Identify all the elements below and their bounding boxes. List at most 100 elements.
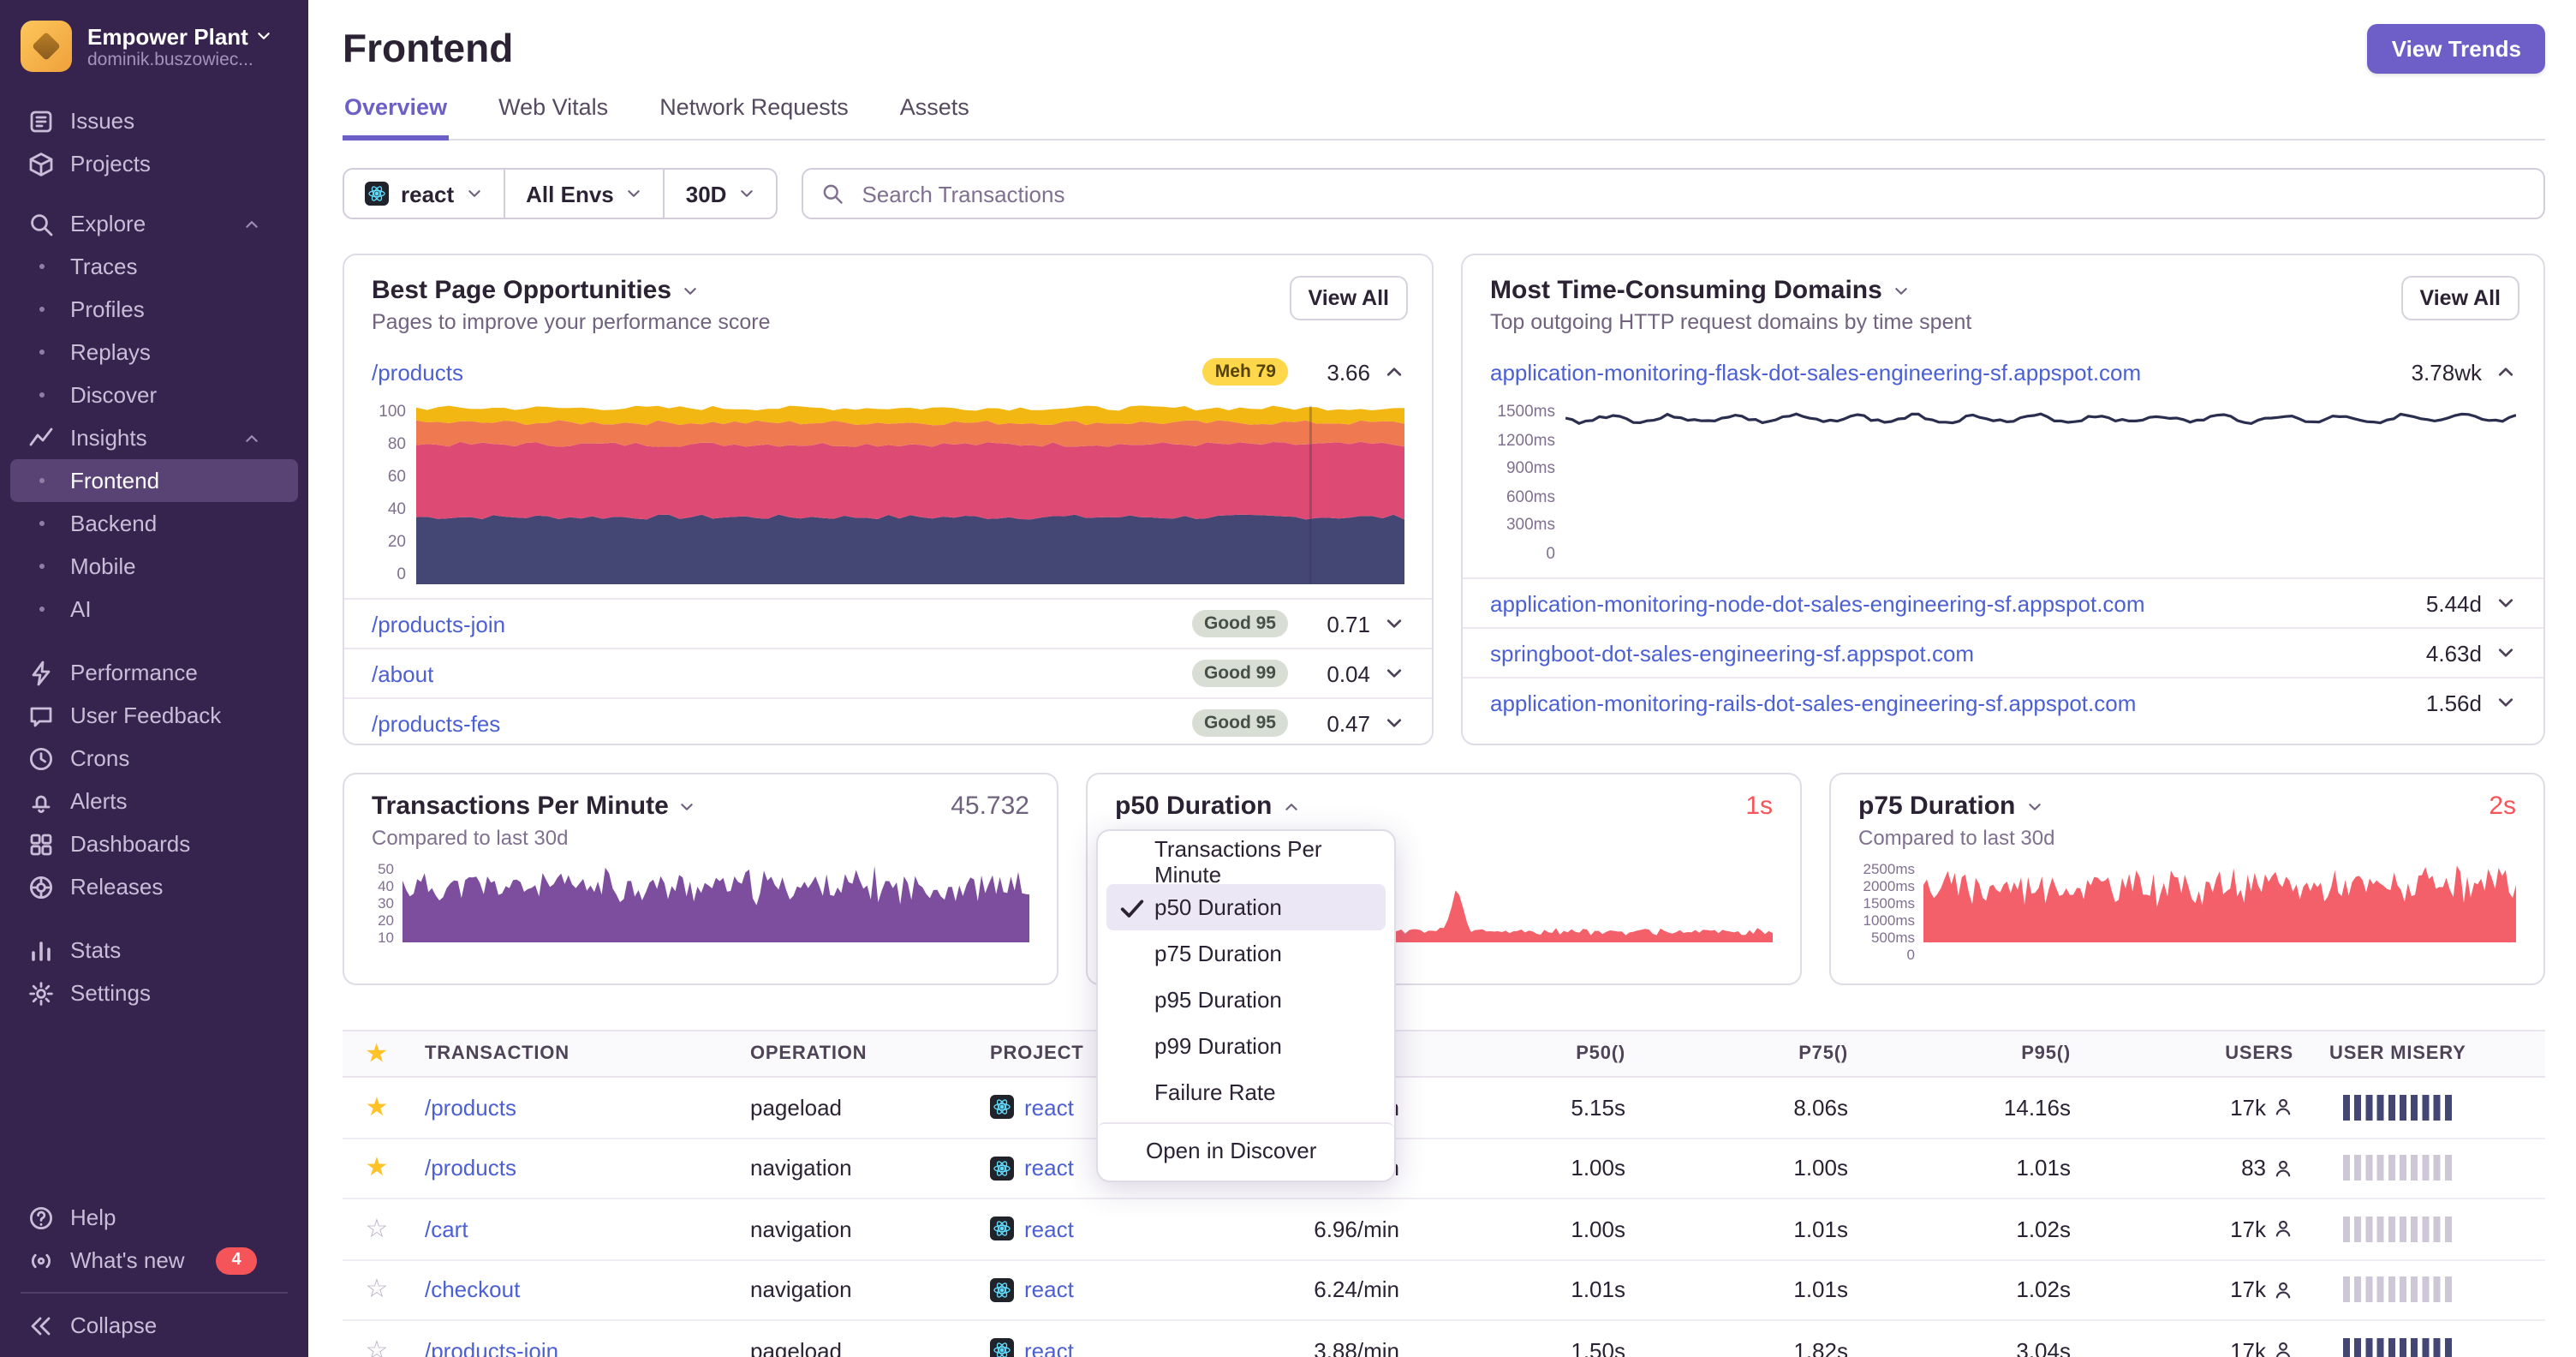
chevron-up-icon[interactable]: [2496, 362, 2516, 382]
search-input[interactable]: [858, 179, 2526, 208]
project-link[interactable]: react: [1024, 1277, 1074, 1303]
opportunities-view-all-button[interactable]: View All: [1289, 276, 1408, 320]
sidebar-section-insights[interactable]: Insights: [10, 416, 298, 459]
chevron-down-icon[interactable]: [1384, 713, 1404, 733]
domain-row[interactable]: application-monitoring-flask-dot-sales-e…: [1463, 348, 2543, 396]
sidebar-item-frontend[interactable]: Frontend: [10, 459, 298, 502]
project-link[interactable]: react: [1024, 1338, 1074, 1357]
chevron-down-icon[interactable]: [1384, 613, 1404, 634]
transaction-link[interactable]: /products: [425, 1095, 516, 1121]
sidebar-item-mobile[interactable]: Mobile: [10, 545, 298, 588]
sidebar-item-user-feedback[interactable]: User Feedback: [10, 694, 298, 737]
transaction-link[interactable]: /cart: [425, 1217, 468, 1242]
project-link[interactable]: react: [1024, 1095, 1074, 1121]
opportunity-row[interactable]: /products Meh 79 3.66: [344, 348, 1432, 396]
sidebar-item-releases[interactable]: Releases: [10, 865, 298, 908]
menu-item-p50[interactable]: p50 Duration: [1106, 884, 1386, 930]
col-users[interactable]: USERS: [2076, 1043, 2304, 1064]
tpm-metric-selector[interactable]: Transactions Per Minute: [372, 792, 696, 821]
project-link[interactable]: react: [1024, 1156, 1074, 1181]
org-switcher[interactable]: Empower Plant dominik.buszowiec...: [0, 0, 308, 86]
chevron-down-icon[interactable]: [2496, 643, 2516, 663]
page-link[interactable]: /products: [372, 359, 463, 385]
sidebar-item-crons[interactable]: Crons: [10, 737, 298, 780]
sidebar-item-backend[interactable]: Backend: [10, 502, 298, 545]
p50-metric-selector[interactable]: p50 Duration: [1115, 792, 1299, 821]
domains-view-all-button[interactable]: View All: [2400, 276, 2519, 320]
sidebar-item-replays[interactable]: Replays: [10, 331, 298, 374]
menu-item-p99[interactable]: p99 Duration: [1106, 1023, 1386, 1069]
page-link[interactable]: /products-join: [372, 611, 505, 637]
star-toggle[interactable]: ☆: [366, 1277, 389, 1303]
domain-row[interactable]: springboot-dot-sales-engineering-sf.apps…: [1463, 627, 2543, 677]
time-consuming-domains-panel: Most Time-Consuming Domains Top outgoing…: [1461, 254, 2545, 745]
sidebar-collapse-button[interactable]: Collapse: [10, 1304, 298, 1347]
opportunity-row[interactable]: /about Good 99 0.04: [344, 648, 1432, 697]
page-link[interactable]: /products-fes: [372, 710, 500, 736]
sidebar-item-traces[interactable]: Traces: [10, 245, 298, 288]
tab-web-vitals[interactable]: Web Vitals: [497, 94, 610, 139]
chevron-down-icon[interactable]: [2496, 692, 2516, 713]
sidebar-item-issues[interactable]: Issues: [10, 99, 298, 142]
chevron-down-icon[interactable]: [1384, 663, 1404, 684]
star-header-icon[interactable]: ★: [367, 1040, 387, 1067]
tab-assets[interactable]: Assets: [898, 94, 971, 139]
col-operation[interactable]: OPERATION: [736, 1043, 976, 1064]
project-link[interactable]: react: [1024, 1217, 1074, 1242]
col-p75[interactable]: P75(): [1631, 1043, 1853, 1064]
chevron-down-icon: [2025, 798, 2042, 815]
domain-row[interactable]: application-monitoring-rails-dot-sales-e…: [1463, 677, 2543, 726]
sidebar-item-profiles[interactable]: Profiles: [10, 288, 298, 331]
tab-overview[interactable]: Overview: [343, 94, 450, 140]
sidebar-item-ai[interactable]: AI: [10, 588, 298, 631]
star-toggle[interactable]: ★: [366, 1156, 389, 1181]
transaction-link[interactable]: /checkout: [425, 1277, 520, 1303]
view-trends-button[interactable]: View Trends: [2367, 24, 2545, 74]
domain-link[interactable]: application-monitoring-node-dot-sales-en…: [1490, 590, 2145, 616]
col-p50[interactable]: P50(): [1404, 1043, 1631, 1064]
col-p95[interactable]: P95(): [1853, 1043, 2076, 1064]
menu-item-open-in-discover[interactable]: Open in Discover: [1098, 1122, 1394, 1174]
domain-link[interactable]: application-monitoring-rails-dot-sales-e…: [1490, 690, 2136, 715]
environment-filter[interactable]: All Envs: [504, 170, 664, 218]
sidebar-item-settings[interactable]: Settings: [10, 971, 298, 1014]
menu-item-failure-rate[interactable]: Failure Rate: [1106, 1069, 1386, 1115]
transaction-link[interactable]: /products-join: [425, 1338, 558, 1357]
domain-link[interactable]: springboot-dot-sales-engineering-sf.apps…: [1490, 640, 1974, 666]
project-filter[interactable]: react: [344, 170, 504, 218]
score-badge: Good 95: [1191, 709, 1288, 737]
star-toggle[interactable]: ☆: [366, 1217, 389, 1242]
tab-network-requests[interactable]: Network Requests: [658, 94, 850, 139]
menu-item-tpm[interactable]: Transactions Per Minute: [1106, 835, 1386, 887]
star-toggle[interactable]: ★: [366, 1095, 389, 1121]
domain-link[interactable]: application-monitoring-flask-dot-sales-e…: [1490, 359, 2141, 385]
sidebar-item-help[interactable]: Help: [10, 1196, 298, 1239]
sidebar-item-projects[interactable]: Projects: [10, 142, 298, 185]
opportunity-row[interactable]: /products-join Good 95 0.71: [344, 598, 1432, 648]
col-transaction[interactable]: TRANSACTION: [411, 1043, 736, 1064]
sidebar-section-explore[interactable]: Explore: [10, 202, 298, 245]
col-user-misery[interactable]: USER MISERY: [2304, 1043, 2545, 1064]
opportunities-title-dropdown[interactable]: Best Page Opportunities: [372, 276, 1404, 305]
sidebar-item-performance[interactable]: Performance: [10, 651, 298, 694]
p75-metric-selector[interactable]: p75 Duration: [1858, 792, 2042, 821]
sidebar-item-alerts[interactable]: Alerts: [10, 780, 298, 822]
date-range-filter[interactable]: 30D: [663, 170, 777, 218]
transaction-link[interactable]: /products: [425, 1156, 516, 1181]
question-icon: [27, 1204, 55, 1231]
opportunity-row[interactable]: /products-fes Good 95 0.47: [344, 697, 1432, 744]
chevron-down-icon: [679, 798, 696, 815]
sidebar-item-whats-new[interactable]: What's new 4: [10, 1239, 298, 1282]
star-toggle[interactable]: ☆: [366, 1338, 389, 1357]
org-logo: [21, 21, 72, 72]
domain-row[interactable]: application-monitoring-node-dot-sales-en…: [1463, 577, 2543, 627]
chevron-up-icon[interactable]: [1384, 362, 1404, 382]
chevron-down-icon[interactable]: [2496, 593, 2516, 613]
sidebar-item-dashboards[interactable]: Dashboards: [10, 822, 298, 865]
sidebar-item-stats[interactable]: Stats: [10, 929, 298, 971]
domains-title-dropdown[interactable]: Most Time-Consuming Domains: [1490, 276, 2516, 305]
menu-item-p95[interactable]: p95 Duration: [1106, 977, 1386, 1023]
menu-item-p75[interactable]: p75 Duration: [1106, 930, 1386, 977]
page-link[interactable]: /about: [372, 661, 433, 686]
sidebar-item-discover[interactable]: Discover: [10, 374, 298, 416]
